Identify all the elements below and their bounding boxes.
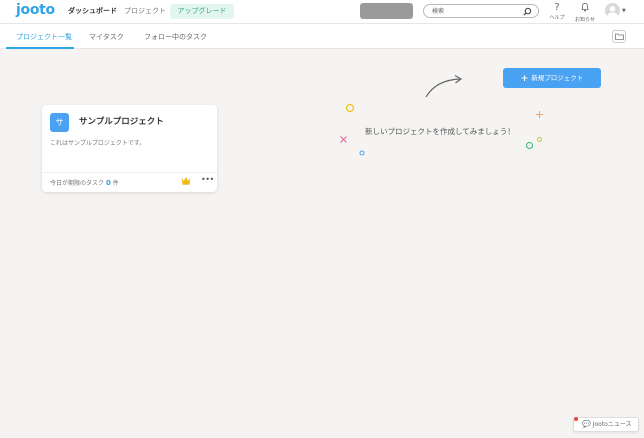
project-avatar: サ [50, 113, 69, 132]
help-icon: ? [554, 2, 560, 13]
folder-icon [615, 33, 624, 40]
bell-icon [574, 2, 596, 15]
project-card[interactable]: サ サンプルプロジェクト これはサンプルプロジェクトです。 今日が期限のタスク … [42, 105, 217, 192]
empty-state-message: 新しいプロジェクトを作成してみましょう！ [365, 127, 515, 136]
lime-circle-confetti [537, 137, 542, 142]
archive-folder-button[interactable] [612, 30, 626, 43]
orange-plus-confetti [536, 111, 543, 118]
plus-icon: + [520, 74, 529, 84]
tab-bar: プロジェクト一覧 マイタスク フォロー中のタスク [0, 24, 644, 49]
chevron-down-icon[interactable]: ▼ [622, 8, 626, 14]
new-project-label: 新規プロジェクト [531, 74, 584, 82]
new-project-button[interactable]: + 新規プロジェクト [503, 68, 601, 88]
arrow-illustration [425, 74, 463, 98]
blue-circle-confetti [359, 150, 365, 156]
notifications-label: お知らせ [575, 17, 595, 23]
top-header: jooto ダッシュボード プロジェクト アップグレード ? ヘルプ お知らせ … [0, 0, 644, 24]
crown-icon [181, 177, 191, 185]
help-label: ヘルプ [549, 15, 565, 21]
due-today-count: 0 [105, 179, 111, 187]
due-today-unit: 件 [112, 180, 119, 187]
user-avatar[interactable] [605, 3, 620, 18]
active-tab-indicator [6, 47, 74, 49]
yellow-circle-confetti [345, 103, 355, 113]
project-title[interactable]: サンプルプロジェクト [79, 115, 164, 127]
due-today-summary: 今日が期限のタスク 0 件 [50, 178, 119, 187]
more-options-icon[interactable]: ••• [201, 176, 214, 184]
search-icon[interactable] [523, 7, 532, 16]
pink-cross-confetti [340, 136, 347, 143]
due-today-label: 今日が期限のタスク [50, 180, 105, 187]
upgrade-button[interactable]: アップグレード [170, 4, 234, 19]
nav-projects[interactable]: プロジェクト [124, 6, 166, 16]
project-description: これはサンプルプロジェクトです。 [50, 140, 146, 147]
news-notification-dot [574, 417, 578, 421]
nav-dashboard[interactable]: ダッシュボード [68, 6, 117, 16]
notifications-button[interactable]: お知らせ [574, 2, 596, 23]
chat-bubble-icon: 💬 [582, 420, 591, 428]
tab-project-list[interactable]: プロジェクト一覧 [16, 32, 72, 42]
search-box[interactable] [423, 4, 539, 18]
card-divider [42, 172, 217, 173]
tab-following-tasks[interactable]: フォロー中のタスク [144, 32, 207, 42]
jooto-news-button[interactable]: 💬 Jootoニュース [573, 417, 639, 432]
masked-button[interactable] [360, 3, 413, 19]
search-input[interactable] [432, 6, 520, 16]
jooto-logo[interactable]: jooto [16, 2, 55, 18]
tab-my-tasks[interactable]: マイタスク [89, 32, 124, 42]
green-circle-confetti [525, 141, 534, 150]
jooto-news-label: Jootoニュース [592, 421, 632, 428]
help-button[interactable]: ? ヘルプ [546, 2, 568, 21]
